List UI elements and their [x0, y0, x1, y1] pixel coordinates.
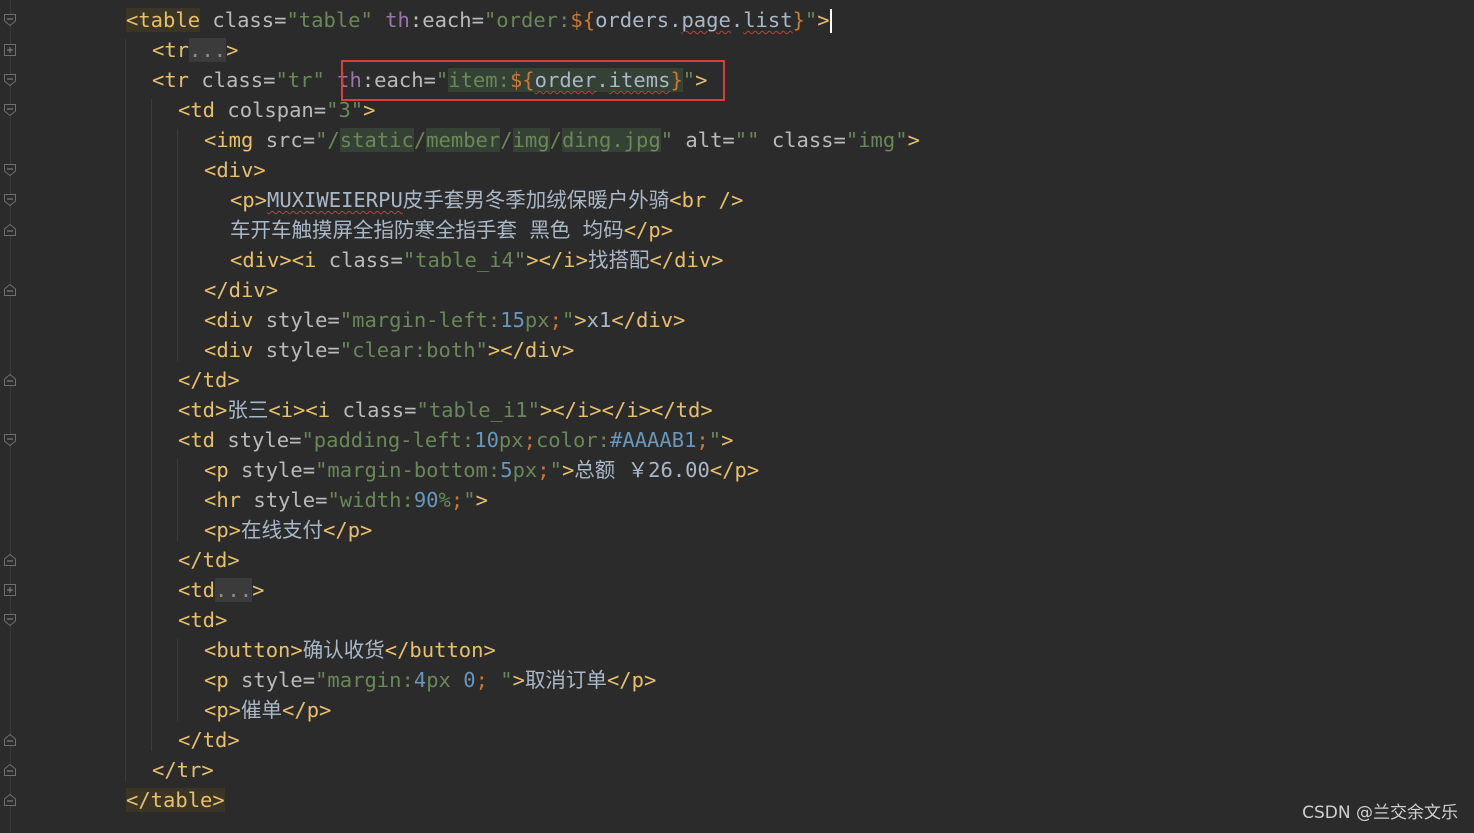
- code-line[interactable]: <div><i class="table_i4"></i>找搭配</div>: [230, 245, 724, 275]
- code-line[interactable]: </td>: [178, 545, 240, 575]
- code-line[interactable]: <td>张三<i><i class="table_i1"></i></i></t…: [178, 395, 713, 425]
- code-line[interactable]: <div style="margin-left:15px;">x1</div>: [204, 305, 685, 335]
- code-line[interactable]: 车开车触摸屏全指防寒全指手套 黑色 均码</p>: [230, 215, 673, 245]
- code-line[interactable]: <img src="/static/member/img/ding.jpg" a…: [204, 125, 920, 155]
- fold-expand-icon[interactable]: [3, 43, 17, 57]
- fold-collapse-icon[interactable]: [3, 553, 17, 567]
- gutter-fold-line: [10, 0, 11, 833]
- code-line[interactable]: <td>: [178, 605, 227, 635]
- fold-collapse-icon[interactable]: [3, 163, 17, 177]
- code-line[interactable]: <div>: [204, 155, 266, 185]
- fold-collapse-icon[interactable]: [3, 103, 17, 117]
- code-line[interactable]: </tr>: [152, 755, 214, 785]
- fold-collapse-icon[interactable]: [3, 763, 17, 777]
- indent-guide: [177, 459, 178, 541]
- code-line[interactable]: <div style="clear:both"></div>: [204, 335, 574, 365]
- editor-gutter: [0, 0, 22, 833]
- code-line[interactable]: </table>: [126, 785, 225, 815]
- code-line[interactable]: <tr...>: [152, 35, 238, 65]
- indent-guide: [125, 39, 126, 781]
- fold-collapse-icon[interactable]: [3, 733, 17, 747]
- fold-collapse-icon[interactable]: [3, 193, 17, 207]
- code-line[interactable]: </div>: [204, 275, 278, 305]
- indent-guide: [177, 129, 178, 361]
- code-line[interactable]: <td...>: [178, 575, 264, 605]
- fold-collapse-icon[interactable]: [3, 613, 17, 627]
- fold-collapse-icon[interactable]: [3, 283, 17, 297]
- code-line[interactable]: </td>: [178, 365, 240, 395]
- code-line[interactable]: <p>MUXIWEIERPU皮手套男冬季加绒保暖户外骑<br />: [230, 185, 743, 215]
- fold-collapse-icon[interactable]: [3, 373, 17, 387]
- fold-collapse-icon[interactable]: [3, 13, 17, 27]
- code-line[interactable]: <p>在线支付</p>: [204, 515, 372, 545]
- code-line[interactable]: <p style="margin-bottom:5px;">总额 ￥26.00<…: [204, 455, 759, 485]
- fold-collapse-icon[interactable]: [3, 793, 17, 807]
- indent-guide: [177, 639, 178, 721]
- code-line[interactable]: <p>催单</p>: [204, 695, 331, 725]
- code-line[interactable]: <hr style="width:90%;">: [204, 485, 488, 515]
- code-line[interactable]: <table class="table" th:each="order:${or…: [126, 5, 832, 35]
- fold-collapse-icon[interactable]: [3, 223, 17, 237]
- code-line[interactable]: <td style="padding-left:10px;color:#AAAA…: [178, 425, 733, 455]
- code-line[interactable]: <button>确认收货</button>: [204, 635, 496, 665]
- watermark: CSDN @兰交余文乐: [1302, 803, 1458, 823]
- highlight-box: [341, 60, 725, 101]
- indent-guide: [151, 99, 152, 751]
- fold-collapse-icon[interactable]: [3, 73, 17, 87]
- code-line[interactable]: </td>: [178, 725, 240, 755]
- fold-expand-icon[interactable]: [3, 583, 17, 597]
- code-line[interactable]: <p style="margin:4px 0; ">取消订单</p>: [204, 665, 656, 695]
- fold-collapse-icon[interactable]: [3, 433, 17, 447]
